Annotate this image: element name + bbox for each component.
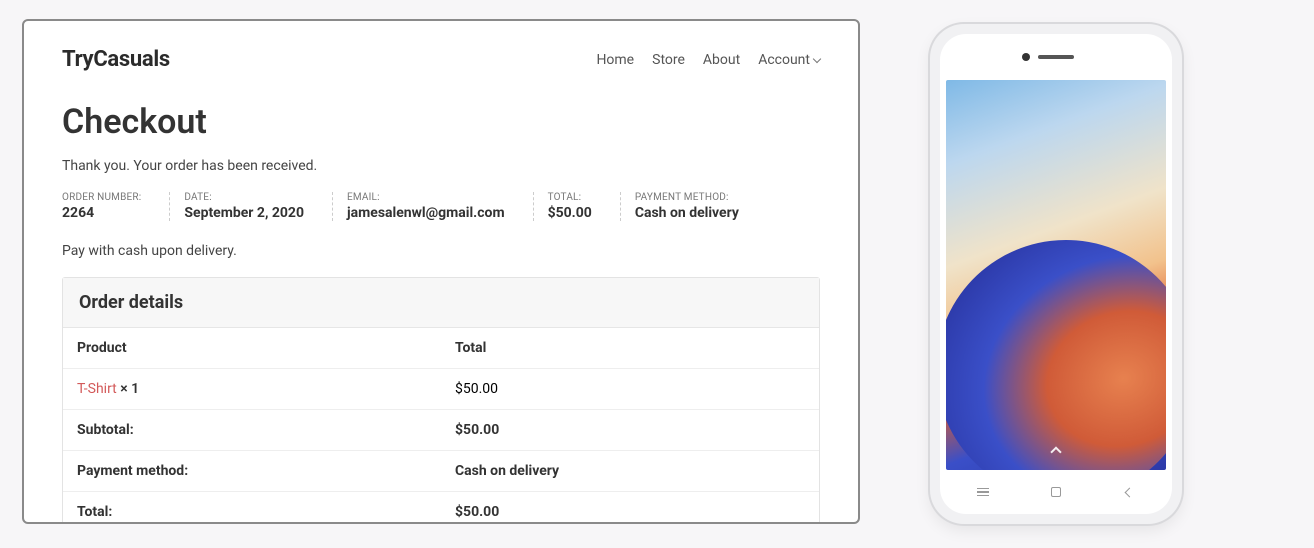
order-details-table: Product Total T-Shirt × 1 $50.00 Subtota…: [63, 328, 819, 524]
product-total-cell: $50.00: [441, 369, 819, 410]
product-qty: × 1: [117, 381, 139, 397]
meta-total-label: TOTAL:: [548, 192, 592, 203]
col-product-header: Product: [63, 328, 441, 369]
meta-email: EMAIL: jamesalenwl@gmail.com: [347, 192, 534, 221]
nav-account[interactable]: Account: [758, 52, 820, 68]
subtotal-label: Subtotal:: [63, 410, 441, 451]
order-details-heading: Order details: [63, 278, 819, 328]
meta-order-number-value: 2264: [62, 205, 141, 221]
total-value: $50.00: [441, 492, 819, 525]
table-row-total: Total: $50.00: [63, 492, 819, 525]
checkout-window: TryCasuals Home Store About Account Chec…: [22, 19, 860, 524]
table-header-row: Product Total: [63, 328, 819, 369]
site-title[interactable]: TryCasuals: [62, 47, 170, 72]
phone-inner: [940, 34, 1172, 514]
thankyou-message: Thank you. Your order has been received.: [62, 158, 820, 174]
product-cell: T-Shirt × 1: [63, 369, 441, 410]
page-title: Checkout: [62, 102, 820, 142]
menu-icon[interactable]: [976, 485, 990, 499]
payment-value: Cash on delivery: [441, 451, 819, 492]
col-total-header: Total: [441, 328, 819, 369]
meta-total: TOTAL: $50.00: [548, 192, 621, 221]
meta-order-number-label: ORDER NUMBER:: [62, 192, 141, 203]
chevron-up-icon[interactable]: [1050, 446, 1061, 457]
speaker-icon: [1038, 55, 1074, 59]
back-icon[interactable]: [1122, 485, 1136, 499]
table-row-product: T-Shirt × 1 $50.00: [63, 369, 819, 410]
meta-date: DATE: September 2, 2020: [184, 192, 333, 221]
order-details-panel: Order details Product Total T-Shirt × 1 …: [62, 277, 820, 524]
meta-payment-method-label: PAYMENT METHOD:: [635, 192, 739, 203]
subtotal-value: $50.00: [441, 410, 819, 451]
payment-label: Payment method:: [63, 451, 441, 492]
nav-about[interactable]: About: [703, 52, 740, 68]
home-icon[interactable]: [1049, 485, 1063, 499]
meta-email-label: EMAIL:: [347, 192, 505, 203]
pay-note: Pay with cash upon delivery.: [62, 243, 820, 259]
table-row-payment: Payment method: Cash on delivery: [63, 451, 819, 492]
nav-store[interactable]: Store: [652, 52, 685, 68]
meta-email-value: jamesalenwl@gmail.com: [347, 205, 505, 221]
meta-payment-method: PAYMENT METHOD: Cash on delivery: [635, 192, 767, 221]
total-label: Total:: [63, 492, 441, 525]
meta-date-label: DATE:: [184, 192, 304, 203]
main-nav: Home Store About Account: [596, 52, 820, 68]
phone-top-bezel: [940, 34, 1172, 80]
table-row-subtotal: Subtotal: $50.00: [63, 410, 819, 451]
chevron-down-icon: [813, 54, 821, 62]
product-link[interactable]: T-Shirt: [77, 381, 117, 397]
phone-nav-bar: [946, 470, 1166, 514]
phone-mockup: [930, 24, 1182, 524]
camera-icon: [1022, 53, 1030, 61]
meta-total-value: $50.00: [548, 205, 592, 221]
meta-order-number: ORDER NUMBER: 2264: [62, 192, 170, 221]
site-header: TryCasuals Home Store About Account: [62, 37, 820, 86]
phone-screen[interactable]: [946, 80, 1166, 470]
nav-home[interactable]: Home: [596, 52, 634, 68]
meta-date-value: September 2, 2020: [184, 205, 304, 221]
meta-payment-method-value: Cash on delivery: [635, 205, 739, 221]
nav-account-label: Account: [758, 52, 810, 68]
order-meta: ORDER NUMBER: 2264 DATE: September 2, 20…: [62, 192, 820, 221]
